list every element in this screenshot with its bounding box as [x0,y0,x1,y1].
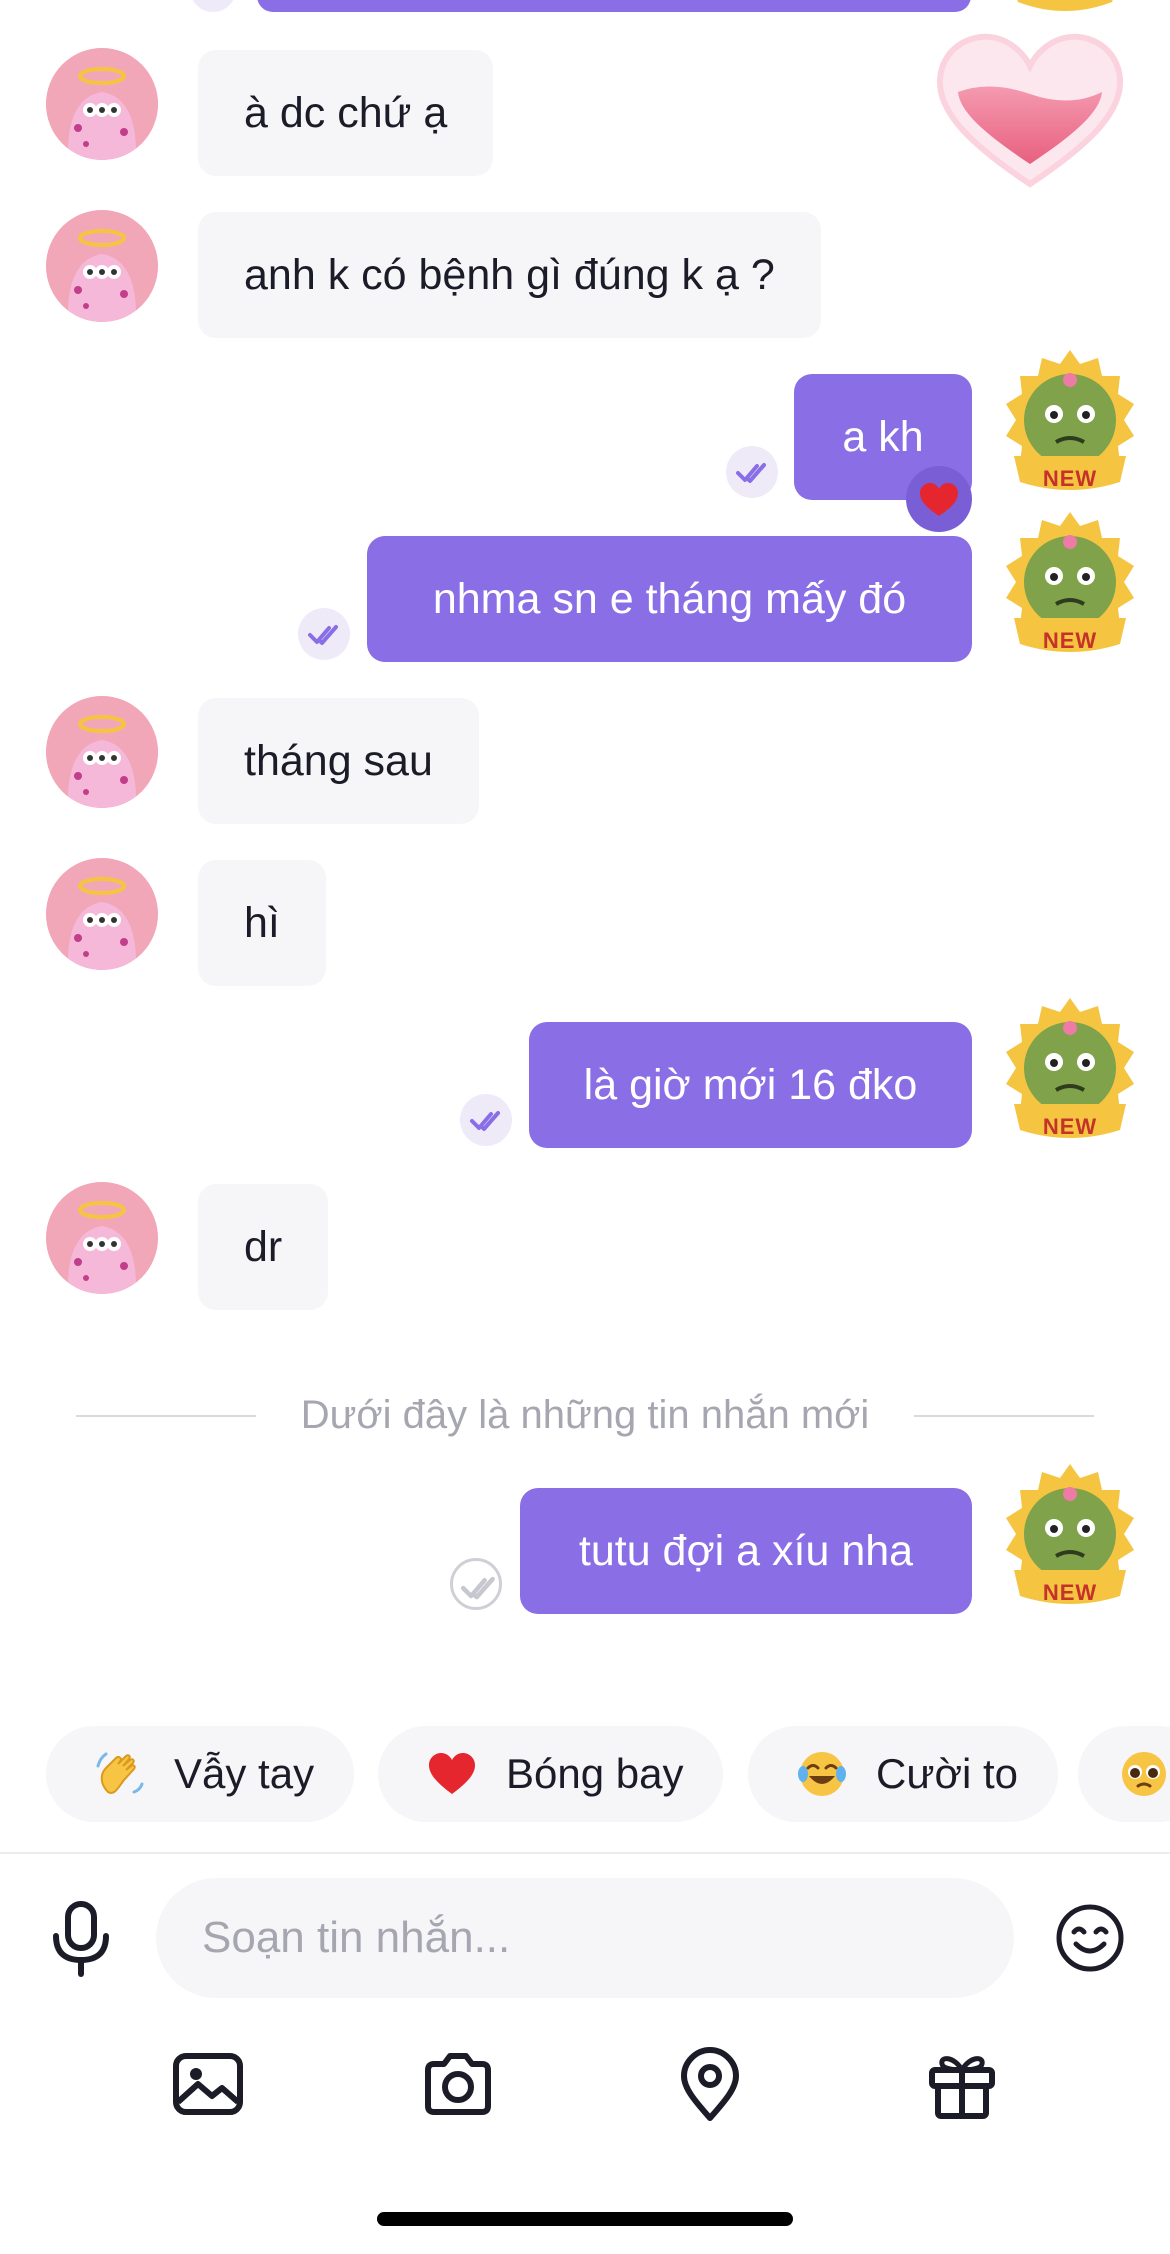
heart-sticker-icon [930,24,1130,194]
badge-label: NEW [1042,628,1098,653]
attachment-toolbar [0,2046,1170,2126]
contact-avatar[interactable] [46,696,158,808]
message-bubble-outgoing[interactable]: tutu đợi a xíu nha [520,1488,972,1614]
contact-avatar[interactable] [46,210,158,322]
camera-icon[interactable] [420,2046,496,2122]
quick-reaction-label: Cười to [876,1750,1019,1797]
quick-reaction-pleading[interactable] [1078,1726,1170,1822]
tears-of-joy-icon [796,1748,848,1800]
read-receipt-icon [460,1094,512,1146]
read-receipt-icon [298,608,350,660]
message-bubble-incoming[interactable]: à dc chứ ạ [198,50,494,176]
sent-status-icon [450,1558,502,1610]
red-heart-icon [426,1748,478,1800]
message-input[interactable] [156,1878,1014,1998]
message-bubble-outgoing-partial[interactable] [257,0,971,12]
contact-avatar[interactable] [46,48,158,160]
contact-avatar[interactable] [46,1182,158,1294]
pleading-face-icon [1118,1748,1170,1800]
new-messages-divider: Dưới đây là những tin nhắn mới [76,1390,1094,1440]
emoji-smile-icon[interactable] [1054,1902,1126,1974]
image-icon[interactable] [170,2046,246,2122]
home-indicator[interactable] [377,2212,793,2226]
message-bubble-incoming[interactable]: tháng sau [198,698,479,824]
new-badge-partial-icon [1000,0,1130,16]
gift-icon[interactable] [924,2046,1000,2122]
badge-label: NEW [1042,1114,1098,1139]
heart-reaction-icon[interactable] [906,466,972,532]
contact-avatar[interactable] [46,858,158,970]
message-list[interactable]: à dc chứ ạ anh k có bệnh gì đúng k ạ ? a… [0,0,1170,1700]
read-receipt-icon [726,446,778,498]
location-icon[interactable] [672,2046,748,2122]
quick-reaction-label: Vẫy tay [174,1750,315,1797]
message-bubble-incoming[interactable]: hì [198,860,326,986]
waving-hand-icon [94,1748,146,1800]
composer-bar [0,1852,1170,2006]
badge-label: NEW [1042,1580,1098,1605]
quick-reaction-wave[interactable]: Vẫy tay [46,1726,355,1822]
message-bubble-outgoing[interactable]: là giờ mới 16 đko [529,1022,972,1148]
message-bubble-incoming[interactable]: dr [198,1184,329,1310]
quick-reaction-label: Bóng bay [506,1750,684,1797]
read-receipt-icon [190,0,236,12]
quick-reaction-balloon[interactable]: Bóng bay [378,1726,724,1822]
divider-label: Dưới đây là những tin nhắn mới [270,1393,900,1437]
quick-reaction-laugh[interactable]: Cười to [748,1726,1059,1822]
message-bubble-outgoing[interactable]: nhma sn e tháng mấy đó [367,536,972,662]
microphone-icon[interactable] [46,1898,116,1978]
quick-reaction-bar[interactable]: Vẫy tay Bóng bay Cười to [0,1726,1170,1822]
message-bubble-incoming[interactable]: anh k có bệnh gì đúng k ạ ? [198,212,821,338]
badge-label: NEW [1042,466,1098,491]
